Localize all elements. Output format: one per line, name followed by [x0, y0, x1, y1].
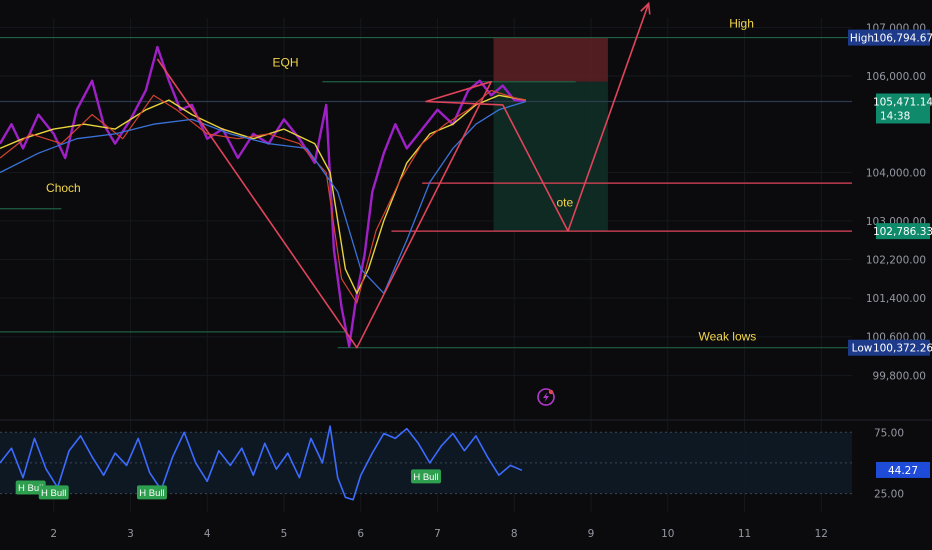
price-tag-prefix-text: High — [850, 33, 874, 45]
price-tag-value: 102,786.33 — [873, 226, 932, 238]
time-tick-label: 6 — [357, 528, 364, 540]
time-tick-label: 12 — [815, 528, 828, 540]
price-tag-value: 105,471.14 — [873, 96, 932, 108]
trade-position-boxes — [493, 37, 608, 232]
annotation-label: Choch — [46, 181, 81, 195]
time-tick-label: 11 — [738, 528, 751, 540]
time-tick-label: 4 — [204, 528, 211, 540]
price-tag-value: 106,794.67 — [873, 33, 932, 45]
price-tag-countdown: 14:38 — [880, 110, 910, 122]
annotation-label: ote — [556, 195, 573, 209]
price-tick-label: 106,000.00 — [866, 71, 926, 83]
rsi-panel: H BullH Bull H BullH Bull 75.0025.0044.27 — [0, 425, 930, 501]
time-tick-label: 5 — [281, 528, 288, 540]
time-tick-label: 9 — [588, 528, 595, 540]
price-tick-label: 101,400.00 — [866, 293, 926, 305]
time-tick-label: 8 — [511, 528, 518, 540]
trading-chart[interactable]: HighEQHChochoteWeak lows 107,000.00106,0… — [0, 0, 932, 550]
h-bull-text: H Bull — [41, 488, 66, 499]
time-tick-label: 10 — [661, 528, 674, 540]
time-tick-label: 2 — [50, 528, 57, 540]
target-zone-box — [493, 81, 608, 232]
price-tag-value: 100,372.26 — [873, 343, 932, 355]
price-tick-label: 104,000.00 — [866, 168, 926, 180]
stop-zone-box — [493, 37, 608, 82]
annotation-label: EQH — [272, 55, 298, 69]
rsi-current-value: 44.27 — [888, 465, 918, 477]
annotation-label: Weak lows — [698, 330, 756, 344]
rsi-tick-label: 25.00 — [874, 489, 904, 501]
h-bull-text: H Bull — [413, 472, 438, 483]
h-bull-text: H Bull — [139, 488, 164, 499]
annotation-label: High — [729, 17, 754, 31]
price-tick-label: 102,200.00 — [866, 254, 926, 266]
price-tag-prefix-text: Low — [852, 343, 873, 355]
time-tick-label: 3 — [127, 528, 134, 540]
price-tick-label: 99,800.00 — [873, 370, 926, 382]
time-tick-label: 7 — [434, 528, 441, 540]
rsi-tick-label: 75.00 — [874, 427, 904, 439]
